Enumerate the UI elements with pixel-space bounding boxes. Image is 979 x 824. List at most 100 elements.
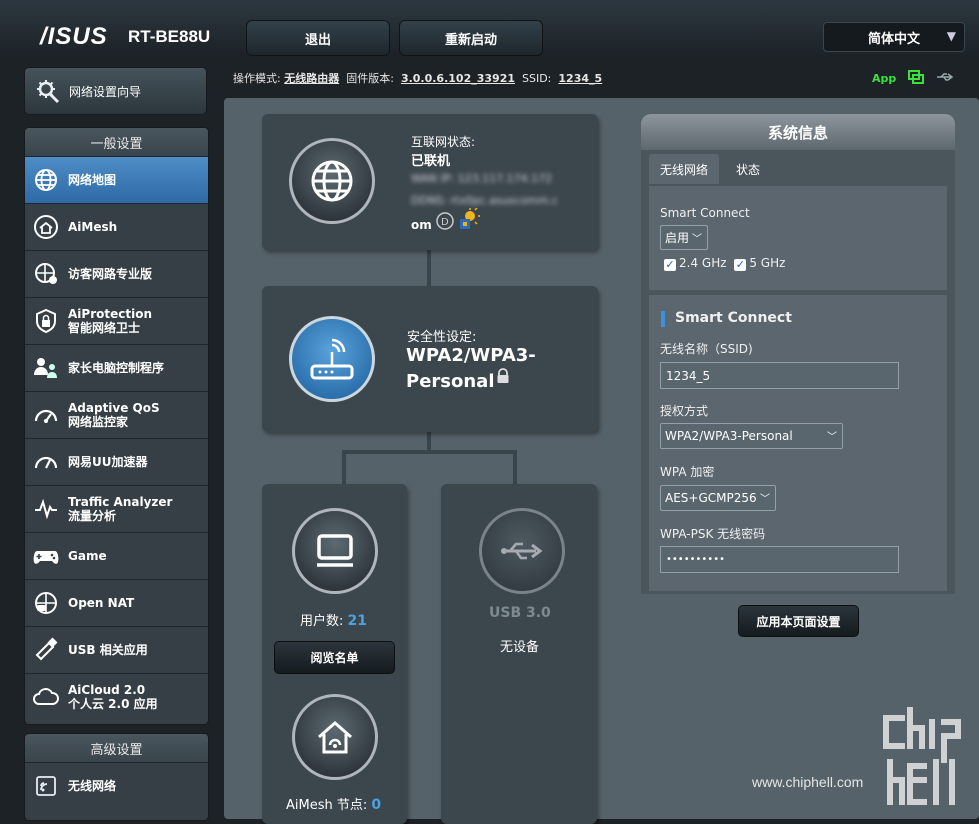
- smart-connect-value: 启用: [665, 231, 690, 245]
- band-5-checkbox[interactable]: ✓: [734, 258, 747, 271]
- sidebar-item-traffic-analyzer[interactable]: Traffic Analyzer 流量分析: [25, 485, 208, 532]
- clients-count: 21: [347, 613, 368, 629]
- section-title: Smart Connect: [675, 310, 792, 326]
- sidebar-item-title: USB 相关应用: [68, 643, 148, 657]
- firmware-link[interactable]: 3.0.0.6.102_33921: [401, 72, 515, 85]
- internet-status-value: 已联机: [411, 154, 451, 169]
- tab-wireless[interactable]: 无线网络: [649, 154, 720, 184]
- sidebar-item-label: AiCloud 2.0 个人云 2.0 应用: [68, 683, 158, 711]
- tab-status[interactable]: 状态: [725, 154, 771, 184]
- chiphell-logo: [880, 706, 964, 814]
- system-info-panel: 系统信息 无线网络 状态 Smart Connect 启用 ﹀ ✓ 2.4 GHz…: [641, 114, 955, 594]
- sidebar-item-title: AiMesh: [68, 220, 118, 234]
- sidebar-item-aicloud[interactable]: AiCloud 2.0 个人云 2.0 应用: [25, 673, 208, 720]
- lan-connection-icon[interactable]: [908, 70, 925, 87]
- ssid-label: SSID:: [522, 72, 552, 85]
- general-settings-menu: 一般设置 网络地图 AiMesh 访客网路专业版 AiProtection 智能网络卫士…: [24, 127, 209, 725]
- band-5-label: 5 GHz: [749, 256, 786, 270]
- sidebar-item-usb-app[interactable]: USB 相关应用: [25, 626, 208, 673]
- sidebar-item-title: 网易UU加速器: [68, 455, 148, 469]
- wan-ip-blurred: WAN IP: 123.117.174.172: [411, 172, 553, 185]
- psk-password-input[interactable]: ••••••••••: [660, 546, 899, 573]
- aimesh-nodes-label: AiMesh 节点:: [286, 798, 368, 813]
- sidebar-item-parental-control[interactable]: 家长电脑控制程序: [25, 344, 208, 391]
- band-checkboxes: ✓ 2.4 GHz ✓ 5 GHz: [664, 256, 785, 271]
- auth-method-select[interactable]: WPA2/WPA3-Personal ﹀: [660, 423, 843, 449]
- ssid-input[interactable]: 1234_5: [660, 362, 899, 389]
- lock-icon: [496, 368, 510, 388]
- sidebar-item-label: 无线网络: [68, 779, 117, 793]
- connector-line: [427, 250, 431, 286]
- wireless-icon: [31, 771, 61, 801]
- ddns-status-icon[interactable]: D: [436, 212, 454, 234]
- sidebar-item-guest-network[interactable]: 访客网路专业版: [25, 250, 208, 297]
- security-label: 安全性设定:: [407, 330, 477, 345]
- sidebar-item-title: 访客网路专业版: [68, 267, 153, 281]
- smart-connect-select[interactable]: 启用 ﹀: [660, 225, 708, 250]
- wpa-encryption-value: AES+GCMP256: [665, 491, 757, 505]
- sidebar-item-wireless[interactable]: 无线网络: [25, 762, 208, 809]
- smart-connect-toggle-section: Smart Connect 启用 ﹀ ✓ 2.4 GHz ✓ 5 GHz: [649, 186, 947, 290]
- ssid-link[interactable]: 1234_5: [558, 72, 602, 85]
- connector-line: [513, 450, 517, 484]
- reboot-button[interactable]: 重新启动: [399, 20, 543, 56]
- band-24-checkbox[interactable]: ✓: [664, 258, 676, 271]
- usb-app-icon: [31, 635, 61, 665]
- sidebar-item-aimesh[interactable]: AiMesh: [25, 203, 208, 250]
- language-select[interactable]: 简体中文 ▼: [823, 22, 965, 52]
- sidebar-item-game[interactable]: Game: [25, 532, 208, 579]
- sidebar-item-label: Open NAT: [68, 596, 134, 610]
- sidebar-item-label: 访客网路专业版: [68, 267, 152, 281]
- internet-globe-button[interactable]: [289, 138, 375, 224]
- router-button[interactable]: [289, 316, 375, 402]
- chevron-down-icon: ﹀: [692, 234, 702, 245]
- wizard-label: 网络设置向导: [69, 84, 142, 99]
- sidebar-item-subtitle: 流量分析: [68, 509, 117, 523]
- traffic-analyzer-icon: [31, 494, 61, 524]
- https-lock-icon[interactable]: [456, 207, 480, 236]
- aimesh-house-icon: [318, 721, 352, 754]
- apply-settings-button[interactable]: 应用本页面设置: [738, 605, 859, 637]
- smart-connect-label: Smart Connect: [660, 206, 750, 220]
- sidebar-item-uu-accelerator[interactable]: 网易UU加速器: [25, 438, 208, 485]
- usb-button[interactable]: [479, 508, 565, 594]
- sidebar-item-label: 网络地图: [68, 173, 116, 187]
- asus-logo: /ISUS: [40, 23, 108, 50]
- logout-button[interactable]: 退出: [246, 20, 390, 56]
- router-icon: [310, 338, 354, 380]
- status-icons: App: [872, 70, 954, 87]
- aiprotection-icon: [31, 306, 61, 336]
- sidebar-item-title: AiProtection: [68, 307, 152, 321]
- language-value: 简体中文: [868, 31, 921, 47]
- mode-link[interactable]: 无线路由器: [284, 72, 339, 85]
- usb-status-icon[interactable]: [936, 72, 954, 85]
- sidebar-item-aiprotection[interactable]: AiProtection 智能网络卫士: [25, 297, 208, 344]
- advanced-settings-menu: 高级设置 无线网络: [24, 733, 209, 821]
- advanced-settings-title: 高级设置: [25, 734, 208, 762]
- sidebar-item-network-map[interactable]: 网络地图: [25, 156, 208, 203]
- wizard-icon: [33, 76, 63, 106]
- setup-wizard-button[interactable]: 网络设置向导: [24, 67, 207, 115]
- connector-line: [427, 432, 431, 452]
- parental-control-icon: [31, 353, 61, 383]
- sidebar-item-open-nat[interactable]: Open NAT: [25, 579, 208, 626]
- system-info-title: 系统信息: [641, 114, 955, 150]
- sidebar-item-title: Traffic Analyzer: [68, 495, 173, 509]
- sidebar-item-label: Game: [68, 549, 107, 563]
- app-link[interactable]: App: [872, 72, 896, 85]
- monitor-icon: [317, 534, 353, 567]
- section-marker: [661, 311, 665, 327]
- sidebar-item-label: USB 相关应用: [68, 643, 148, 657]
- sidebar-item-title: AiCloud 2.0: [68, 683, 146, 697]
- firmware-label: 固件版本:: [346, 72, 394, 85]
- clients-button[interactable]: [292, 508, 378, 594]
- sidebar-item-qos[interactable]: Adaptive QoS 网络监控家: [25, 391, 208, 438]
- view-client-list-button[interactable]: 阅览名单: [274, 641, 395, 674]
- aimesh-nodes-count: 0: [371, 797, 382, 813]
- usb-status: 无设备: [500, 640, 540, 655]
- auth-method-value: WPA2/WPA3-Personal: [665, 429, 793, 443]
- aimesh-node-button[interactable]: [292, 694, 378, 780]
- ddns-tail: om: [411, 218, 432, 232]
- wpa-encryption-select[interactable]: AES+GCMP256 ﹀: [660, 485, 776, 511]
- chevron-down-icon: ﹀: [827, 432, 837, 443]
